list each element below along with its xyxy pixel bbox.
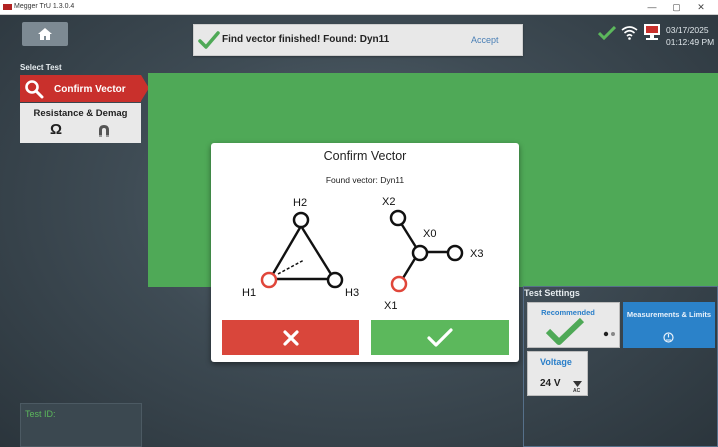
caret-down-icon: [573, 381, 582, 387]
reject-button[interactable]: [222, 320, 359, 355]
node-x3: [446, 244, 464, 262]
home-icon: [38, 28, 52, 40]
notification-banner: Find vector finished! Found: Dyn11 Accep…: [193, 24, 523, 56]
window-title: Megger TrU 1.3.0.4: [14, 3, 75, 10]
confirm-button[interactable]: [371, 320, 509, 355]
tab-resistance-demag-label: Resistance & Demag: [33, 108, 128, 119]
tab-confirm-vector[interactable]: Confirm Vector: [20, 75, 149, 102]
wifi-icon: [621, 26, 638, 40]
tab-resistance-demag[interactable]: Resistance & Demag Ω: [20, 103, 141, 143]
maximize-button[interactable]: ▢: [665, 0, 687, 14]
measurements-limits-button[interactable]: Measurements & Limits: [623, 302, 715, 348]
app-logo-icon: [3, 4, 12, 10]
node-x2: [389, 209, 407, 227]
status-date: 03/17/2025: [666, 25, 709, 35]
measurements-limits-label: Measurements & Limits: [626, 310, 712, 319]
omega-icon: Ω: [50, 121, 63, 138]
node-h2: [292, 211, 310, 229]
window-controls: — ▢ ✕: [641, 0, 712, 14]
voltage-unit: AC: [573, 388, 581, 394]
notification-message: Find vector finished! Found: Dyn11: [222, 34, 390, 45]
minimize-button[interactable]: —: [641, 0, 663, 14]
status-area: 03/17/2025 01:12:49 PM: [598, 20, 718, 50]
status-time: 01:12:49 PM: [666, 37, 715, 47]
home-button[interactable]: [22, 22, 68, 46]
recommended-settings-button[interactable]: Recommended: [527, 302, 620, 348]
label-x2: X2: [382, 196, 395, 208]
label-h1: H1: [242, 287, 256, 299]
select-test-label: Select Test: [20, 63, 62, 72]
node-x1: [390, 275, 408, 293]
check-icon: [198, 31, 220, 49]
check-icon: [427, 327, 453, 347]
pc-connection-icon: [644, 24, 660, 40]
label-x3: X3: [470, 248, 483, 260]
node-h3: [326, 271, 344, 289]
node-x0: [411, 244, 429, 262]
accept-link[interactable]: Accept: [471, 35, 499, 45]
voltage-selector[interactable]: Voltage 24 V AC: [527, 351, 588, 396]
test-settings-label: Test Settings: [524, 288, 580, 298]
search-icon: [25, 80, 44, 99]
window-titlebar: Megger TrU 1.3.0.4 — ▢ ✕: [0, 0, 718, 15]
status-check-icon: [598, 26, 616, 40]
close-icon: [282, 329, 299, 346]
voltage-value: 24 V: [540, 378, 561, 389]
label-h3: H3: [345, 287, 359, 299]
test-id-field[interactable]: Test ID:: [20, 403, 142, 447]
test-id-label: Test ID:: [25, 409, 56, 419]
recommended-label: Recommended: [541, 308, 595, 317]
label-x0: X0: [423, 228, 436, 240]
confirm-vector-dialog: Confirm Vector Found vector: Dyn11 H2 H1…: [211, 143, 519, 362]
check-icon: [545, 317, 585, 345]
node-h1: [260, 271, 278, 289]
label-h2: H2: [293, 197, 307, 209]
label-x1: X1: [384, 300, 397, 312]
tab-confirm-vector-label: Confirm Vector: [54, 84, 126, 95]
voltage-label: Voltage: [540, 357, 572, 367]
close-button[interactable]: ✕: [690, 0, 712, 14]
magnet-icon: [99, 125, 109, 137]
more-dots-icon: [603, 331, 615, 337]
gauge-icon: [663, 332, 674, 343]
